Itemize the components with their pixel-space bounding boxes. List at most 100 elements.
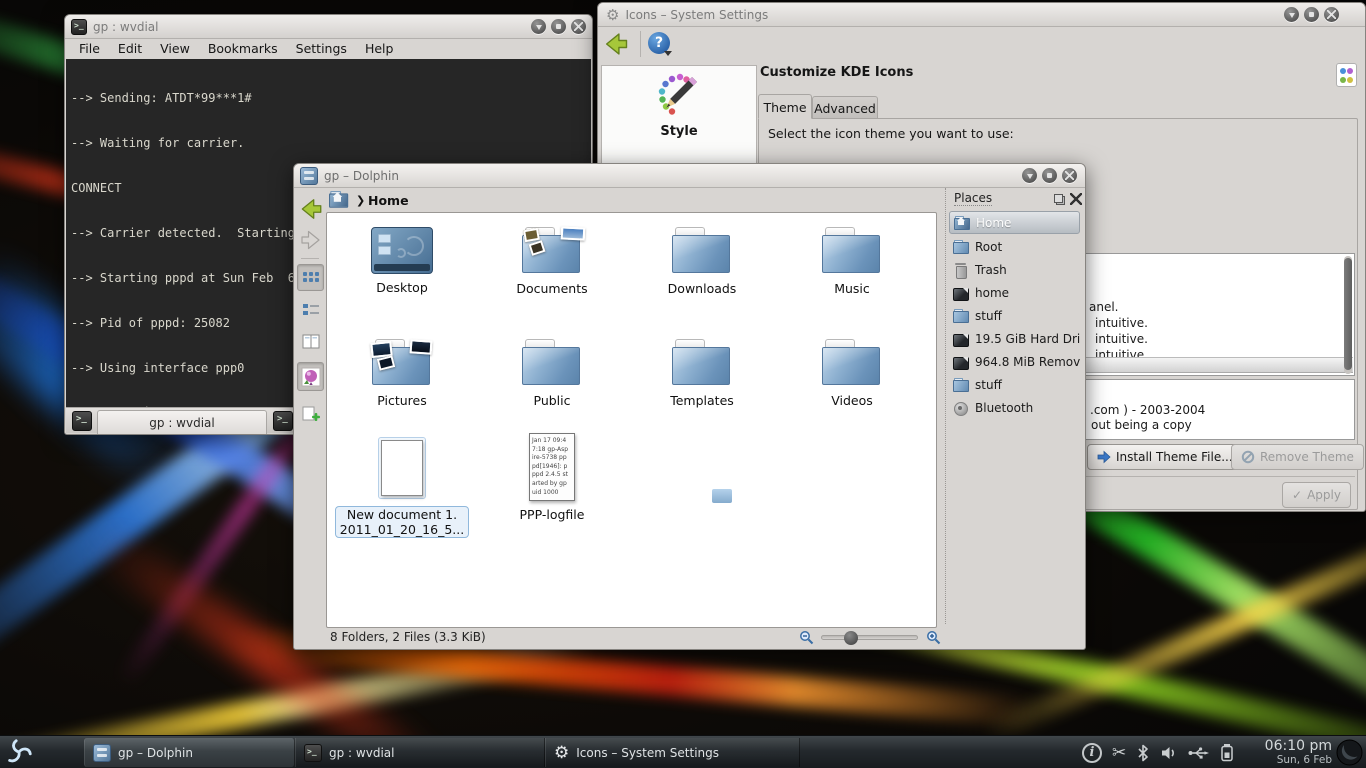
dolphin-file-view[interactable]: Desktop Documents Downloads Music [326,212,937,628]
usb-device-icon[interactable] [1187,745,1210,761]
folder-item-downloads[interactable]: Downloads [627,227,777,296]
zoom-slider[interactable] [821,635,918,640]
scrollbar-thumb[interactable] [1344,258,1352,370]
terminal-tab-2-icon[interactable]: >_ [273,411,293,431]
theme-description-fragment: out being a copy [1091,418,1192,432]
clock[interactable]: 06:10 pm Sun, 6 Feb [1265,738,1332,766]
settings-titlebar[interactable]: ⚙ Icons – System Settings [598,3,1365,27]
back-button[interactable] [297,196,324,222]
places-item-hard-drive[interactable]: 19.5 GiB Hard Drive [949,327,1080,350]
home-folder-icon [329,191,353,211]
split-view-button[interactable] [297,400,324,427]
breadcrumb-home-button[interactable] [329,191,349,208]
bluetooth-icon[interactable] [1136,744,1150,762]
maximize-button[interactable] [551,19,566,34]
taskbar-item-system-settings[interactable]: ⚙ Icons – System Settings [545,738,800,767]
places-item-bluetooth[interactable]: Bluetooth [949,396,1080,419]
file-label: PPP-logfile [477,507,627,522]
tab-advanced[interactable]: Advanced [812,96,878,119]
minimize-button[interactable] [1022,168,1037,183]
file-item-ppp-logfile[interactable]: Jan 17 09:4 7:18 gp-Asp ire-5738 pp pd[1… [477,433,627,522]
breadcrumb-separator: ❯ [356,194,365,207]
new-tab-button[interactable]: >_ [72,411,92,431]
folder-item-templates[interactable]: Templates [627,339,777,408]
launcher-button[interactable] [4,737,34,768]
zoom-slider-knob[interactable] [844,631,858,645]
check-icon: ✓ [1292,488,1302,502]
terminal-tab[interactable]: gp : wvdial [97,410,267,434]
breadcrumb-location[interactable]: Home [368,193,409,208]
zoom-in-icon [926,630,941,645]
list-scrollbar[interactable] [1344,256,1352,374]
chevron-down-icon[interactable] [664,51,672,56]
places-item-trash[interactable]: Trash [949,258,1080,281]
columns-view-icon [302,333,320,351]
panel-cashew[interactable] [1336,739,1363,768]
details-view-button[interactable] [297,296,324,323]
minimize-button[interactable] [531,19,546,34]
folder-item-desktop[interactable]: Desktop [327,227,477,295]
zoom-out-button[interactable] [799,630,814,648]
split-view-icon [301,405,320,423]
hard-drive-icon [953,286,969,300]
klipper-icon[interactable]: ✂ [1112,743,1126,763]
places-item-removable[interactable]: 964.8 MiB Remov... [949,350,1080,373]
battery-icon[interactable] [1220,743,1234,762]
forward-arrow-icon [299,228,323,252]
icons-view-button[interactable] [297,264,324,291]
menu-bookmarks[interactable]: Bookmarks [200,40,286,59]
float-panel-button[interactable] [1053,193,1065,205]
tab-theme[interactable]: Theme [758,94,812,119]
notifications-icon[interactable]: i [1082,743,1102,763]
back-button[interactable] [602,30,630,58]
remove-theme-button[interactable]: Remove Theme [1231,444,1364,470]
sidebar-item-style[interactable]: Style [602,72,756,139]
taskbar-item-wvdial[interactable]: >_ gp : wvdial [295,738,545,767]
menu-view[interactable]: View [152,40,198,59]
terminal-titlebar[interactable]: >_ gp : wvdial [65,15,592,39]
folder-item-public[interactable]: Public [477,339,627,408]
places-item-home-partition[interactable]: home [949,281,1080,304]
zoom-in-button[interactable] [926,630,941,648]
places-item-home[interactable]: Home [949,211,1080,234]
terminal-line: --> Sending: ATDT*99***1# [71,91,591,106]
places-panel-title: Places [954,191,992,206]
dolphin-statusbar: 8 Folders, 2 Files (3.3 KiB) [294,626,1085,649]
forward-button[interactable] [297,228,324,252]
menu-settings[interactable]: Settings [288,40,355,59]
maximize-button[interactable] [1042,168,1057,183]
folder-icon [822,227,882,275]
columns-view-button[interactable] [297,328,324,355]
minimize-button[interactable] [1284,7,1299,22]
places-item-root[interactable]: Root [949,235,1080,258]
file-item-new-document[interactable]: New document 1. 2011_01_20_16_5... [327,437,477,538]
folder-icon [953,240,969,254]
install-theme-button[interactable]: Install Theme File... [1087,444,1243,470]
places-label: Home [976,216,1011,230]
volume-icon[interactable] [1160,745,1177,761]
theme-description-fragment: .com ) - 2003-2004 [1090,403,1205,417]
folder-label: Videos [777,393,927,408]
dolphin-titlebar[interactable]: gp – Dolphin [294,164,1085,188]
menu-help[interactable]: Help [357,40,402,59]
folder-icon [953,378,969,392]
taskbar-item-dolphin[interactable]: gp – Dolphin [84,738,295,767]
maximize-button[interactable] [1304,7,1319,22]
settings-window-controls [1284,7,1339,22]
folder-item-videos[interactable]: Videos [777,339,927,408]
dolphin-app-icon [300,167,318,185]
close-button[interactable] [571,19,586,34]
folder-item-music[interactable]: Music [777,227,927,296]
close-panel-button[interactable] [1070,193,1082,205]
close-button[interactable] [1062,168,1077,183]
menu-edit[interactable]: Edit [110,40,150,59]
close-button[interactable] [1324,7,1339,22]
icon-sizes-widget[interactable] [1336,63,1357,87]
places-item-stuff[interactable]: stuff [949,304,1080,327]
menu-file[interactable]: File [71,40,108,59]
apply-button[interactable]: ✓ Apply [1282,482,1351,508]
places-item-stuff-2[interactable]: stuff [949,373,1080,396]
folder-item-pictures[interactable]: Pictures [327,339,477,408]
folder-item-documents[interactable]: Documents [477,227,627,296]
preview-toggle-button[interactable] [297,362,324,391]
